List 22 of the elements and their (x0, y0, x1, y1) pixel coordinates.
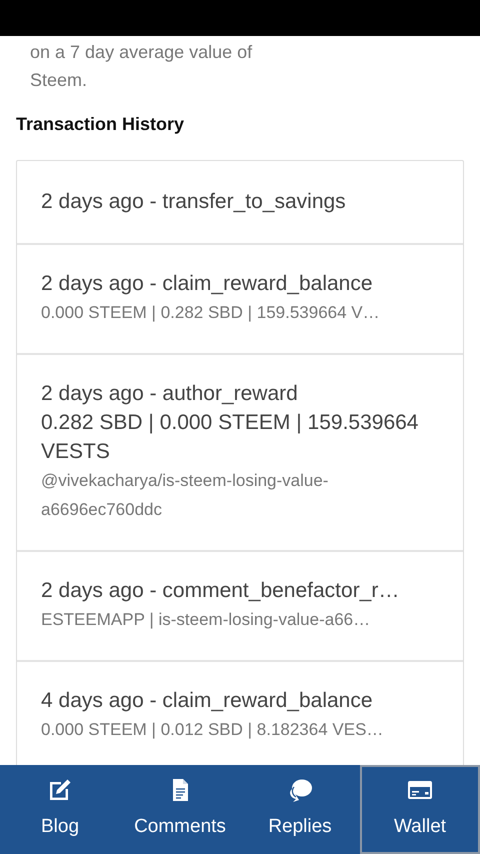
transaction-title: 2 days ago - author_reward (41, 380, 299, 407)
transaction-item[interactable]: 2 days ago - claim_reward_balance 0.000 STEEM | 0.282 SBD | 159.539664 V… (17, 244, 463, 355)
transaction-memo: 0.000 STEEM | 0.282 SBD | 159.539664 V… (41, 302, 381, 324)
transaction-title: 2 days ago - comment_benefactor_r… (41, 578, 400, 604)
transaction-title: 2 days ago - claim_reward_balance (41, 270, 374, 297)
transaction-memo: ESTEEMAPP | is-steem-losing-value-a66… (41, 608, 372, 631)
section-title: Transaction History (15, 113, 186, 136)
nav-tab[interactable]: Replies (240, 765, 360, 854)
transaction-item[interactable]: 2 days ago - author_reward 0.282 SBD | 0.000 STEEM | 159.539664 VESTS @vivekacharya/is-steem-losing-value-a6696ec760ddc (17, 354, 463, 552)
transaction-memo: 0.000 STEEM | 0.012 SBD | 8.182364 VES… (41, 718, 384, 741)
transaction-item[interactable]: 2 days ago - transfer_to_savings (17, 160, 463, 245)
nav-tab[interactable]: Comments (120, 765, 240, 854)
transaction-title: 2 days ago - transfer_to_savings (41, 188, 347, 215)
description-text: on a 7 day average value of (30, 41, 254, 64)
nav-tab[interactable]: Wallet (360, 765, 480, 854)
chat-icon (287, 777, 313, 804)
transaction-title: 4 days ago - claim_reward_balance (41, 688, 374, 714)
transaction-details: 0.282 SBD | 0.000 STEEM | 159.539664 VESTS (41, 410, 420, 465)
description-text: Steem. (30, 69, 88, 92)
transaction-memo: @vivekacharya/is-steem-losing-value-a6696ec760ddc (41, 470, 330, 521)
transaction-item[interactable]: 2 days ago - comment_benefactor_r… ESTEEMAPP | is-steem-losing-value-a66… (17, 552, 463, 662)
nav-tab[interactable]: Blog (0, 765, 120, 854)
